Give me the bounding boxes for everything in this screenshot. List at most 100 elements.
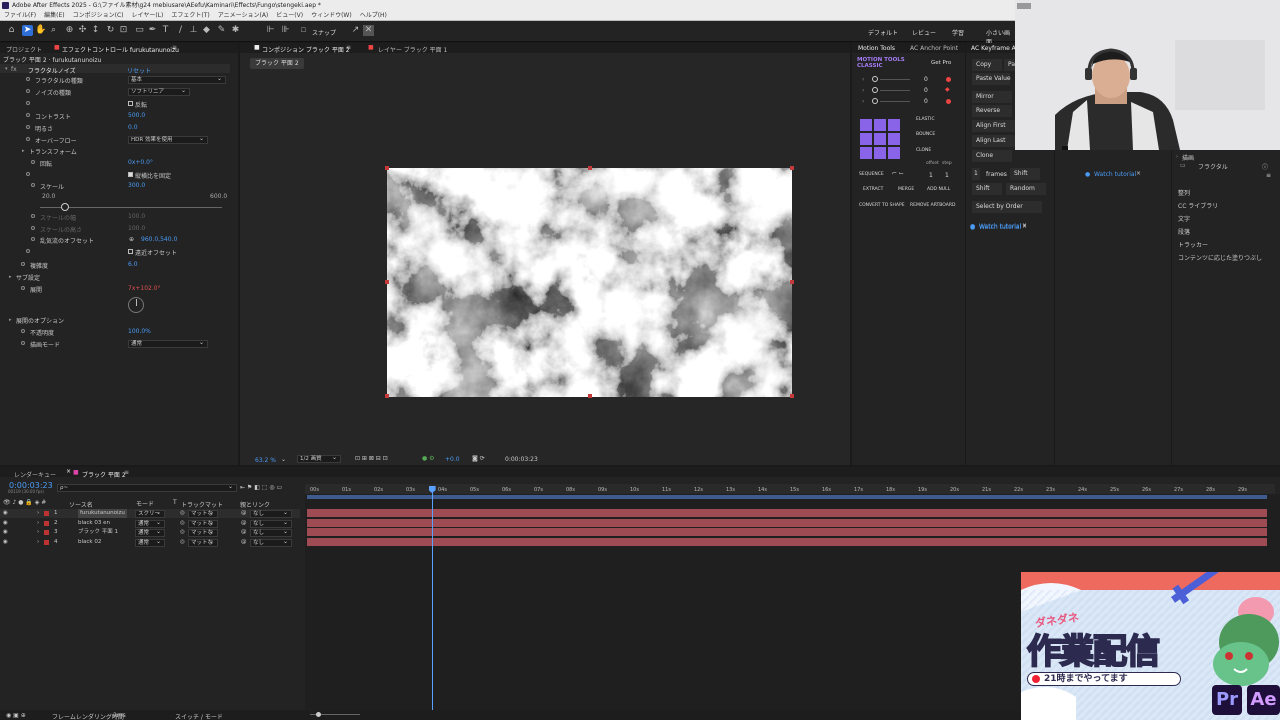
stopwatch-icon[interactable] bbox=[31, 160, 35, 164]
menu-icon[interactable]: ≡ bbox=[1266, 172, 1271, 179]
parent-dropdown[interactable]: なし bbox=[250, 509, 292, 518]
tab-effect-controls[interactable]: エフェクトコントロール furukutanunoizu bbox=[62, 45, 179, 54]
color-management-icon[interactable]: ● ⚙ bbox=[422, 455, 435, 462]
parent-dropdown[interactable]: なし bbox=[250, 538, 292, 547]
expand-effect-icon[interactable]: ▾ bbox=[5, 66, 8, 72]
eye-icon[interactable]: ◉ bbox=[3, 519, 8, 528]
property-dropdown[interactable]: ソフトリニア bbox=[128, 87, 190, 96]
property-value[interactable]: 100.0 bbox=[128, 225, 145, 232]
stopwatch-icon[interactable] bbox=[31, 226, 35, 230]
stopwatch-icon[interactable] bbox=[21, 286, 25, 290]
reset-link[interactable]: リセット bbox=[127, 66, 151, 75]
close-icon[interactable]: × bbox=[1136, 170, 1141, 177]
blend-mode-dropdown[interactable]: 通常 bbox=[135, 528, 165, 537]
stopwatch-icon[interactable] bbox=[26, 77, 30, 81]
shift-button-2[interactable]: Shift bbox=[972, 183, 1002, 195]
offset-value[interactable]: 1 bbox=[929, 172, 933, 179]
composition-viewer[interactable] bbox=[387, 168, 792, 397]
step-value[interactable]: 1 bbox=[945, 172, 949, 179]
mirror-button[interactable]: Mirror bbox=[972, 91, 1012, 103]
eraser-tool-icon[interactable]: ◆ bbox=[201, 25, 212, 36]
parent-dropdown[interactable]: なし bbox=[250, 519, 292, 528]
home-icon[interactable]: ⌂ bbox=[6, 25, 17, 36]
anchor-cell[interactable] bbox=[874, 147, 886, 159]
region-of-interest-icon[interactable]: ⊡ ⊞ ⊠ ⊟ ⊡ bbox=[355, 455, 388, 462]
property-value[interactable]: 0x+0.0° bbox=[128, 159, 153, 166]
tab-timeline-comp[interactable]: ブラック 平面 2 bbox=[82, 470, 126, 479]
layer-row[interactable]: ◉ › 4 black 02 通常 ◎マットな @なし bbox=[0, 538, 300, 547]
resolution-dropdown[interactable]: 1/2 画質 bbox=[297, 454, 341, 463]
expand-icon[interactable]: ▸ bbox=[9, 274, 12, 280]
expand-layer-icon[interactable]: › bbox=[37, 538, 39, 547]
menu-item[interactable]: エフェクト(T) bbox=[171, 11, 209, 20]
snapshot-icon[interactable]: ◙ ⟳ bbox=[472, 455, 485, 462]
select-by-order-dropdown[interactable]: Select by Order bbox=[972, 201, 1042, 213]
rectangle-tool-icon[interactable]: ▭ bbox=[134, 25, 145, 36]
property-value[interactable]: 0.0 bbox=[128, 124, 138, 131]
property-dropdown[interactable]: HDR 効果を使用 bbox=[128, 135, 208, 144]
zoom-slider-knob[interactable] bbox=[316, 712, 321, 717]
stopwatch-icon[interactable] bbox=[26, 125, 30, 129]
ease-value-1[interactable]: 0 bbox=[924, 76, 928, 83]
comp-menu-icon[interactable]: ≡ bbox=[346, 44, 351, 51]
scale-slider-knob[interactable] bbox=[61, 203, 70, 211]
menu-item[interactable]: アニメーション(A) bbox=[218, 11, 269, 20]
anchor-cell[interactable] bbox=[860, 133, 872, 145]
layer-handle[interactable] bbox=[790, 166, 794, 170]
layer-row[interactable]: ◉ › 2 black 03 en 通常 ◎マットな @なし bbox=[0, 519, 300, 528]
menu-item[interactable]: レイヤー(L) bbox=[132, 11, 164, 20]
align-center-icon[interactable]: ⊪ bbox=[280, 25, 291, 36]
evolution-dial[interactable] bbox=[128, 297, 144, 313]
shift-button[interactable]: Shift bbox=[1010, 168, 1040, 180]
eye-icon[interactable]: ◉ bbox=[3, 538, 8, 547]
pen-tool-icon[interactable]: ✒ bbox=[147, 25, 158, 36]
matte-link-icon[interactable]: ◎ bbox=[180, 538, 185, 547]
label-color-icon[interactable] bbox=[44, 511, 49, 516]
tab-keyframe[interactable]: AC Keyframe Act bbox=[971, 45, 1021, 52]
pickwhip-icon[interactable]: @ bbox=[241, 538, 247, 547]
anchor-cell[interactable] bbox=[860, 119, 872, 131]
workspace-review[interactable]: レビュー bbox=[912, 28, 936, 37]
property-value[interactable]: 7x+102.0° bbox=[128, 285, 161, 292]
anchor-cell[interactable] bbox=[888, 119, 900, 131]
pickwhip-icon[interactable]: @ bbox=[241, 519, 247, 528]
clone-stamp-tool-icon[interactable]: ⊥ bbox=[188, 25, 199, 36]
layer-handle[interactable] bbox=[385, 394, 389, 398]
expand-icon[interactable]: › bbox=[1176, 154, 1178, 160]
ease-value-3[interactable]: 0 bbox=[924, 98, 928, 105]
property-dropdown[interactable]: 基本 bbox=[128, 75, 226, 84]
blend-mode-dropdown[interactable]: 通常 bbox=[135, 538, 165, 547]
switches-modes-toggle[interactable]: スイッチ / モード bbox=[175, 712, 223, 720]
layer-handle[interactable] bbox=[385, 280, 389, 284]
stopwatch-icon[interactable] bbox=[31, 214, 35, 218]
workspace-default[interactable]: デフォルト bbox=[868, 28, 898, 37]
frames-count[interactable]: 1 bbox=[972, 168, 980, 180]
property-value[interactable]: 6.0 bbox=[128, 261, 138, 268]
elastic-button[interactable]: ELASTIC bbox=[916, 117, 935, 122]
stopwatch-icon[interactable] bbox=[26, 101, 30, 105]
tab-motion-tools[interactable]: Motion Tools bbox=[858, 45, 895, 52]
stopwatch-icon[interactable] bbox=[26, 172, 30, 176]
layer-search-input[interactable]: ρ~ bbox=[57, 483, 237, 492]
expand-icon[interactable]: ▸ bbox=[9, 317, 12, 323]
label-color-icon[interactable] bbox=[44, 520, 49, 526]
menu-item[interactable]: ヘルプ(H) bbox=[360, 11, 387, 20]
roto-brush-tool-icon[interactable]: ✎ bbox=[216, 25, 227, 36]
watch-tutorial-link-motion[interactable]: Watch tutorial bbox=[979, 223, 1021, 230]
anchor-cell[interactable] bbox=[874, 133, 886, 145]
keyframe-dot-icon[interactable] bbox=[946, 99, 951, 104]
close-tab-icon[interactable]: × bbox=[66, 468, 71, 475]
stopwatch-icon[interactable] bbox=[21, 329, 25, 333]
layer-row[interactable]: ◉ › 3 ブラック 平面 1 通常 ◎マットな @なし bbox=[0, 528, 300, 537]
pickwhip-icon[interactable]: @ bbox=[241, 528, 247, 537]
workspace-learn[interactable]: 学習 bbox=[952, 28, 964, 37]
align-last-button[interactable]: Align Last bbox=[972, 135, 1018, 147]
layer-handle[interactable] bbox=[790, 280, 794, 284]
hand-tool-icon[interactable]: ✋ bbox=[35, 25, 46, 36]
matte-link-icon[interactable]: ◎ bbox=[180, 509, 185, 518]
bounce-button[interactable]: BOUNCE bbox=[916, 132, 935, 137]
track-matte-dropdown[interactable]: マットな bbox=[188, 509, 218, 518]
layer-name[interactable]: furukutanunoizu bbox=[78, 509, 127, 518]
timeline-menu-icon[interactable]: ≡ bbox=[124, 469, 129, 476]
selection-tool-icon[interactable]: ➤ bbox=[22, 25, 33, 36]
